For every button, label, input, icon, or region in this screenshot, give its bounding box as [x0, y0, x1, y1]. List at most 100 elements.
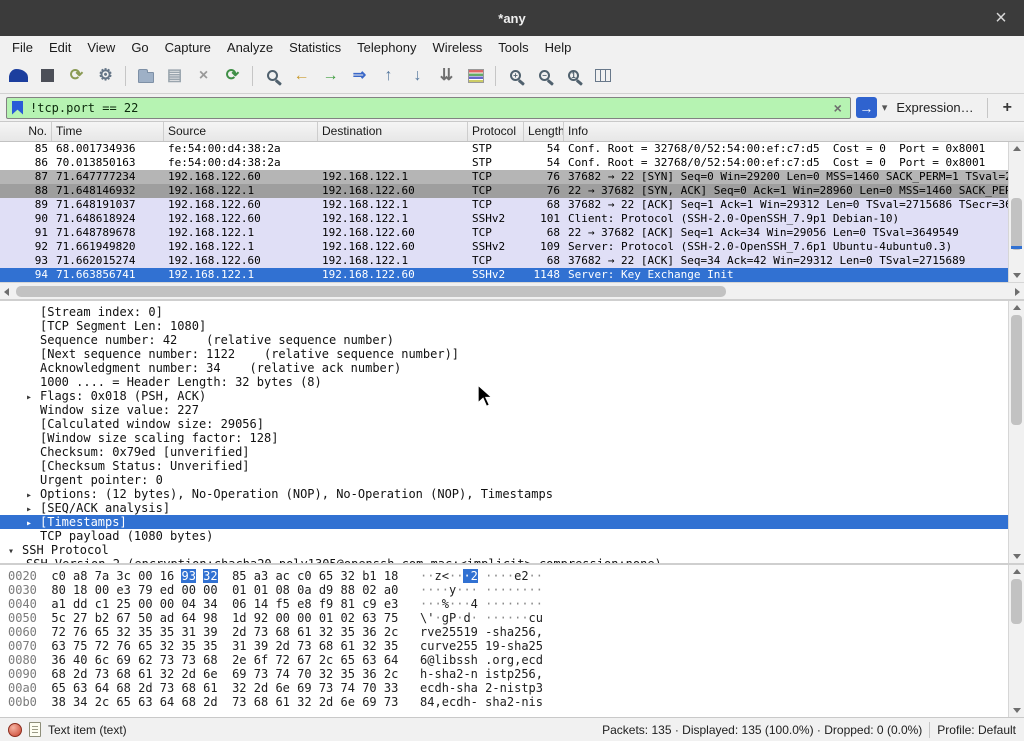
detail-line[interactable]: ▸[SEQ/ACK analysis] [0, 501, 1024, 515]
hex-row-0030[interactable]: 0030 80 18 00 e3 79 ed 00 00 01 01 08 0a… [0, 583, 1024, 597]
close-window-icon[interactable]: × [986, 0, 1016, 36]
detail-line[interactable]: 1000 .... = Header Length: 32 bytes (8) [0, 375, 1024, 389]
menu-view[interactable]: View [79, 40, 123, 55]
detail-line[interactable]: TCP payload (1080 bytes) [0, 529, 1024, 543]
menu-tools[interactable]: Tools [490, 40, 536, 55]
scroll-down-icon[interactable] [1013, 273, 1021, 278]
hex-row-0060[interactable]: 0060 72 76 65 32 35 35 31 39 2d 73 68 61… [0, 625, 1024, 639]
filter-text[interactable]: !tcp.port == 22 [30, 101, 831, 115]
hex-row-0020[interactable]: 0020 c0 a8 7a 3c 00 16 93 32 85 a3 ac c0… [0, 569, 1024, 583]
capture-options-icon[interactable]: ⚙ [92, 62, 119, 89]
detail-line[interactable]: [Checksum Status: Unverified] [0, 459, 1024, 473]
expand-arrow-icon[interactable]: ▸ [26, 517, 40, 529]
menu-wireless[interactable]: Wireless [424, 40, 490, 55]
hex-scrollbar[interactable] [1008, 565, 1024, 717]
expand-arrow-icon[interactable]: ▸ [26, 503, 40, 515]
menu-edit[interactable]: Edit [41, 40, 79, 55]
stop-capture-icon[interactable] [34, 62, 61, 89]
packet-list-scrollbar[interactable] [1008, 142, 1024, 282]
detail-line[interactable]: [Calculated window size: 29056] [0, 417, 1024, 431]
filter-apply-icon[interactable]: → [856, 97, 877, 118]
menu-capture[interactable]: Capture [157, 40, 219, 55]
packet-list-hscrollbar[interactable] [0, 282, 1024, 299]
detail-line[interactable]: Sequence number: 42 (relative sequence n… [0, 333, 1024, 347]
column-header-info[interactable]: Info [564, 122, 1024, 141]
colorize-packets-icon[interactable] [462, 62, 489, 89]
scroll-down-icon[interactable] [1013, 554, 1021, 559]
menu-help[interactable]: Help [537, 40, 580, 55]
packet-row-89[interactable]: 8971.648191037192.168.122.60192.168.122.… [0, 198, 1024, 212]
detail-line[interactable]: [Window size scaling factor: 128] [0, 431, 1024, 445]
menu-go[interactable]: Go [123, 40, 156, 55]
hex-row-0080[interactable]: 0080 36 40 6c 69 62 73 73 68 2e 6f 72 67… [0, 653, 1024, 667]
collapse-arrow-icon[interactable]: ▾ [8, 545, 22, 557]
zoom-in-icon[interactable]: + [502, 62, 529, 89]
menu-statistics[interactable]: Statistics [281, 40, 349, 55]
menu-telephony[interactable]: Telephony [349, 40, 424, 55]
scroll-up-icon[interactable] [1013, 146, 1021, 151]
detail-line[interactable]: Checksum: 0x79ed [unverified] [0, 445, 1024, 459]
filter-dropdown-icon[interactable]: ▾ [882, 101, 888, 114]
packet-list-scroll-thumb[interactable] [1011, 198, 1022, 250]
hex-row-0090[interactable]: 0090 68 2d 73 68 61 32 2d 6e 69 73 74 70… [0, 667, 1024, 681]
go-to-top-icon[interactable]: ↑ [375, 62, 402, 89]
column-header-no[interactable]: No. [0, 122, 52, 141]
detail-line[interactable]: [TCP Segment Len: 1080] [0, 319, 1024, 333]
packet-row-88[interactable]: 8871.648146932192.168.122.1192.168.122.6… [0, 184, 1024, 198]
add-filter-button[interactable]: + [997, 99, 1018, 117]
filter-bookmark-icon[interactable] [12, 101, 23, 115]
detail-line[interactable]: SSH Version 2 (encryption:chacha20-poly1… [0, 557, 1024, 563]
detail-line[interactable]: [Stream index: 0] [0, 305, 1024, 319]
detail-line[interactable]: ▸Options: (12 bytes), No-Operation (NOP)… [0, 487, 1024, 501]
scroll-up-icon[interactable] [1013, 569, 1021, 574]
capture-comment-icon[interactable] [29, 722, 41, 737]
filter-clear-icon[interactable]: × [831, 100, 845, 116]
expand-arrow-icon[interactable]: ▸ [26, 391, 40, 403]
packet-row-86[interactable]: 8670.013850163fe:54:00:d4:38:2aSTP54Conf… [0, 156, 1024, 170]
expression-button[interactable]: Expression… [892, 100, 977, 115]
restart-capture-icon[interactable]: ⟳ [63, 62, 90, 89]
hex-row-00a0[interactable]: 00a0 65 63 64 68 2d 73 68 61 32 2d 6e 69… [0, 681, 1024, 695]
hex-row-0050[interactable]: 0050 5c 27 b2 67 50 ad 64 98 1d 92 00 00… [0, 611, 1024, 625]
zoom-normal-icon[interactable]: 1 [560, 62, 587, 89]
auto-scroll-icon[interactable]: ⇊ [433, 62, 460, 89]
packet-row-94[interactable]: 9471.663856741192.168.122.1192.168.122.6… [0, 268, 1024, 282]
scroll-left-icon[interactable] [4, 288, 9, 296]
packet-list-hscroll-thumb[interactable] [16, 286, 726, 297]
go-forward-icon[interactable]: → [317, 62, 344, 89]
start-capture-icon[interactable] [5, 62, 32, 89]
packet-row-90[interactable]: 9071.648618924192.168.122.60192.168.122.… [0, 212, 1024, 226]
detail-line[interactable]: ▸[Timestamps] [0, 515, 1024, 529]
details-scroll-thumb[interactable] [1011, 315, 1022, 425]
go-to-bottom-icon[interactable]: ↓ [404, 62, 431, 89]
scroll-down-icon[interactable] [1013, 708, 1021, 713]
scroll-up-icon[interactable] [1013, 305, 1021, 310]
column-header-protocol[interactable]: Protocol [468, 122, 524, 141]
detail-line[interactable]: ▾SSH Protocol [0, 543, 1024, 557]
expand-arrow-icon[interactable]: ▸ [26, 489, 40, 501]
status-profile[interactable]: Profile: Default [937, 723, 1016, 737]
titlebar[interactable]: *any × [0, 0, 1024, 36]
hex-row-00b0[interactable]: 00b0 38 34 2c 65 63 64 68 2d 73 68 61 32… [0, 695, 1024, 709]
detail-line[interactable]: Urgent pointer: 0 [0, 473, 1024, 487]
resize-columns-icon[interactable] [589, 62, 616, 89]
open-capture-file-icon[interactable] [132, 62, 159, 89]
packet-row-85[interactable]: 8568.001734936fe:54:00:d4:38:2aSTP54Conf… [0, 142, 1024, 156]
detail-line[interactable]: ▸Flags: 0x018 (PSH, ACK) [0, 389, 1024, 403]
reload-capture-file-icon[interactable]: ⟳ [219, 62, 246, 89]
find-packet-icon[interactable] [259, 62, 286, 89]
menu-analyze[interactable]: Analyze [219, 40, 281, 55]
packet-row-92[interactable]: 9271.661949820192.168.122.1192.168.122.6… [0, 240, 1024, 254]
detail-line[interactable]: Acknowledgment number: 34 (relative ack … [0, 361, 1024, 375]
go-to-packet-icon[interactable]: ⇒ [346, 62, 373, 89]
close-capture-file-icon[interactable]: × [190, 62, 217, 89]
column-header-source[interactable]: Source [164, 122, 318, 141]
column-header-time[interactable]: Time [52, 122, 164, 141]
detail-line[interactable]: Window size value: 227 [0, 403, 1024, 417]
hex-row-0070[interactable]: 0070 63 75 72 76 65 32 35 35 31 39 2d 73… [0, 639, 1024, 653]
packet-row-93[interactable]: 9371.662015274192.168.122.60192.168.122.… [0, 254, 1024, 268]
expert-info-icon[interactable] [8, 723, 22, 737]
details-scrollbar[interactable] [1008, 301, 1024, 563]
save-capture-file-icon[interactable]: ▤ [161, 62, 188, 89]
packet-row-91[interactable]: 9171.648789678192.168.122.1192.168.122.6… [0, 226, 1024, 240]
